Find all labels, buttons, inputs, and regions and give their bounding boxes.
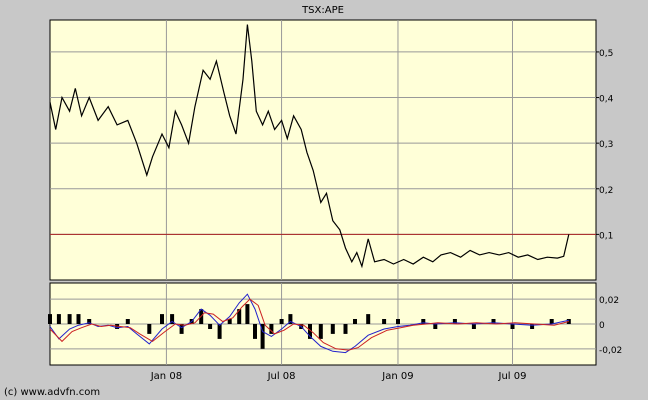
osc-y-tick-label: -0,02 [599,346,622,356]
price-y-tick-label: 0,3 [599,140,613,150]
histogram-bar [245,304,250,324]
histogram-bar [510,324,515,329]
histogram-bar [433,324,438,329]
histogram-bar [396,319,400,324]
histogram-bar [330,324,335,334]
stock-chart: TSX:APE 0,5 0,4 0,3 0,2 0,1 0,02 0 -0,02 Jan 0… [4,5,622,398]
chart-title: TSX:APE [301,5,344,16]
histogram-bar [48,314,52,324]
x-tick-label: Jul 09 [498,371,527,382]
histogram-bar [366,314,371,324]
histogram-bar [76,314,81,324]
histogram-bar [471,324,476,329]
price-panel [49,19,597,281]
price-y-tick-label: 0,5 [599,49,613,59]
histogram-bar [125,319,130,324]
histogram-bar [382,319,387,324]
price-y-tick-label: 0,2 [599,186,613,196]
histogram-bar [318,324,323,339]
histogram-bar [279,319,284,324]
x-ticks: Jan 08 Jul 08 Jan 09 Jul 09 [150,371,527,382]
histogram-bar [179,324,184,334]
x-tick-label: Jan 09 [381,371,413,382]
x-tick-label: Jul 08 [267,371,296,382]
oscillator-y-ticks: 0,02 0 -0,02 [599,296,622,356]
histogram-bar [343,324,348,334]
histogram-bar [353,319,357,324]
histogram-bar [217,324,222,339]
histogram-bar [56,314,61,324]
osc-y-tick-label: 0,02 [599,296,619,306]
price-y-ticks: 0,5 0,4 0,3 0,2 0,1 [596,49,614,241]
histogram-bar [147,324,152,334]
histogram-bar [208,324,213,329]
x-tick-label: Jan 08 [150,371,182,382]
copyright-text[interactable]: (c) www.advfn.com [4,387,100,398]
histogram-bar [67,314,72,324]
histogram-bar [160,314,164,324]
histogram-bar [253,324,257,339]
price-y-tick-label: 0,4 [599,95,614,105]
price-y-tick-label: 0,1 [599,231,613,241]
osc-y-tick-label: 0 [599,321,605,331]
